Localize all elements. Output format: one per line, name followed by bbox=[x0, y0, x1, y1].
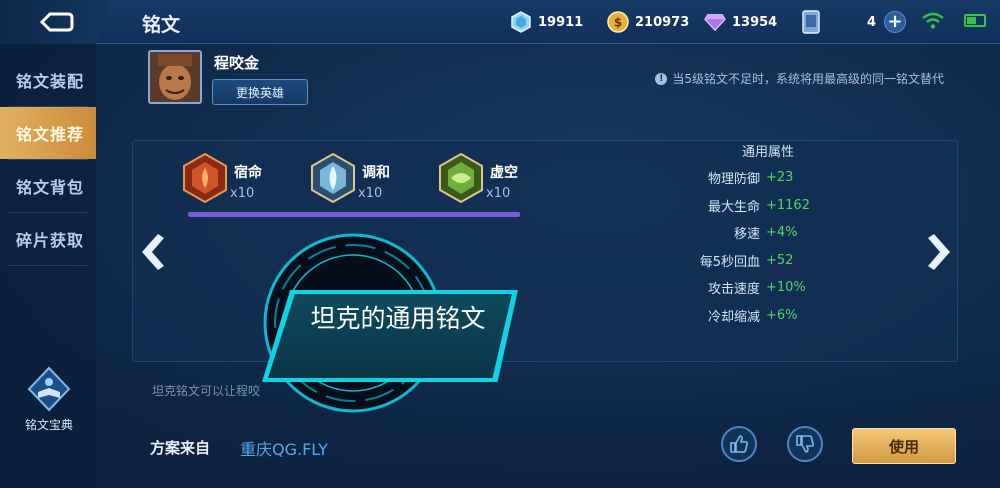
wifi-icon bbox=[922, 12, 944, 29]
stats-title: 通用属性 bbox=[741, 145, 794, 160]
chevron-left-icon[interactable] bbox=[136, 232, 168, 272]
gem-balance[interactable]: 13954 bbox=[704, 9, 777, 35]
sidebar-item-fragment-get[interactable]: 碎片获取 bbox=[0, 213, 96, 265]
gold-balance[interactable]: $ 210973 bbox=[607, 9, 689, 35]
change-hero-button[interactable]: 更换英雄 bbox=[212, 79, 308, 105]
stat-value: +10% bbox=[766, 280, 806, 296]
stat-value: +1162 bbox=[766, 197, 810, 213]
back-button[interactable] bbox=[0, 0, 112, 44]
blue-rune-icon bbox=[311, 152, 355, 204]
info-icon: ! bbox=[655, 72, 668, 85]
hero-portrait[interactable] bbox=[148, 50, 202, 104]
rune-name: 虚空 bbox=[490, 165, 518, 181]
stat-name: 最大生命 bbox=[707, 199, 760, 215]
diamond-balance[interactable]: 19911 bbox=[510, 9, 583, 35]
gem-count: 13954 bbox=[732, 14, 778, 30]
battery-icon bbox=[964, 14, 986, 27]
sidebar-item-rune-equip[interactable]: 铭文装配 bbox=[0, 54, 96, 106]
ticket-card-icon bbox=[800, 10, 822, 34]
rune-count: x10 bbox=[486, 186, 511, 201]
rune-item-fate[interactable]: 宿命 x10 bbox=[180, 152, 262, 204]
like-button[interactable] bbox=[721, 426, 757, 462]
stat-row: 每5秒回血 +52 bbox=[604, 247, 904, 275]
ticket-count: 4 bbox=[866, 14, 876, 30]
stat-value: +23 bbox=[766, 170, 794, 186]
green-rune-icon bbox=[439, 152, 483, 204]
rune-name: 调和 bbox=[362, 165, 390, 181]
diamond-count: 19911 bbox=[538, 14, 584, 30]
stat-value: +6% bbox=[766, 307, 798, 323]
sidebar-item-rune-recommend[interactable]: 铭文推荐 bbox=[0, 107, 96, 159]
gold-coin-icon: $ bbox=[607, 11, 629, 33]
back-arrow-icon bbox=[39, 12, 74, 32]
rune-tip-text: 当5级铭文不足时，系统将用最高级的同一铭文替代 bbox=[672, 72, 944, 86]
rune-tip: ! 当5级铭文不足时，系统将用最高级的同一铭文替代 bbox=[655, 70, 944, 87]
svg-text:$: $ bbox=[614, 16, 622, 30]
book-icon bbox=[27, 366, 71, 412]
chevron-right-icon[interactable] bbox=[924, 232, 956, 272]
stat-name: 移速 bbox=[733, 227, 760, 243]
stat-value: +4% bbox=[766, 225, 798, 241]
source-label: 方案来自 bbox=[150, 439, 211, 457]
rune-item-void[interactable]: 虚空 x10 bbox=[436, 152, 518, 204]
rune-count: x10 bbox=[358, 186, 383, 201]
source-author-link[interactable]: 重庆QG.FLY bbox=[240, 436, 328, 460]
plan-description: 坦克铭文可以让程咬 bbox=[152, 384, 261, 398]
rune-name: 宿命 bbox=[234, 165, 262, 181]
stat-value: +52 bbox=[766, 252, 794, 268]
stat-name: 物理防御 bbox=[707, 172, 760, 188]
gold-count: 210973 bbox=[635, 14, 690, 30]
stat-name: 攻击速度 bbox=[707, 282, 760, 298]
stat-name: 每5秒回血 bbox=[699, 254, 760, 270]
stat-row: 移速 +4% bbox=[604, 219, 904, 247]
stats-table: 通用属性 物理防御 +23 最大生命 +1162 移速 +4% 每5秒回血 +5… bbox=[604, 142, 904, 329]
add-tickets-button[interactable]: + bbox=[884, 11, 906, 33]
top-bar: 铭文 19911 $ 210973 13954 4 + bbox=[0, 0, 1000, 44]
codex-label: 铭文宝典 bbox=[24, 418, 73, 432]
stat-row: 最大生命 +1162 bbox=[604, 192, 904, 220]
dislike-button[interactable] bbox=[787, 426, 823, 462]
sidebar-item-rune-bag[interactable]: 铭文背包 bbox=[0, 160, 96, 212]
banner-title: 坦克的通用铭文 bbox=[310, 304, 486, 333]
use-button[interactable]: 使用 bbox=[852, 428, 956, 464]
ticket-balance[interactable]: 4 + bbox=[800, 9, 906, 35]
rune-item-harmony[interactable]: 调和 x10 bbox=[308, 152, 390, 204]
red-rune-icon bbox=[183, 152, 227, 204]
stat-name: 冷却缩减 bbox=[707, 309, 760, 325]
hero-name: 程咬金 bbox=[214, 54, 260, 72]
stat-row: 物理防御 +23 bbox=[604, 164, 904, 192]
thumbs-down-icon bbox=[796, 435, 814, 453]
rune-count: x10 bbox=[230, 186, 255, 201]
rune-selection-bar bbox=[188, 212, 520, 217]
hero-avatar-image bbox=[150, 52, 200, 102]
rune-codex-button[interactable]: 铭文宝典 bbox=[14, 366, 84, 433]
stat-row: 冷却缩减 +6% bbox=[604, 302, 904, 330]
sidebar-divider bbox=[8, 265, 88, 266]
thumbs-up-icon bbox=[730, 435, 748, 453]
purple-gem-icon bbox=[704, 11, 726, 33]
diamond-icon bbox=[510, 11, 532, 33]
page-title: 铭文 bbox=[142, 14, 181, 36]
stat-row: 攻击速度 +10% bbox=[604, 274, 904, 302]
